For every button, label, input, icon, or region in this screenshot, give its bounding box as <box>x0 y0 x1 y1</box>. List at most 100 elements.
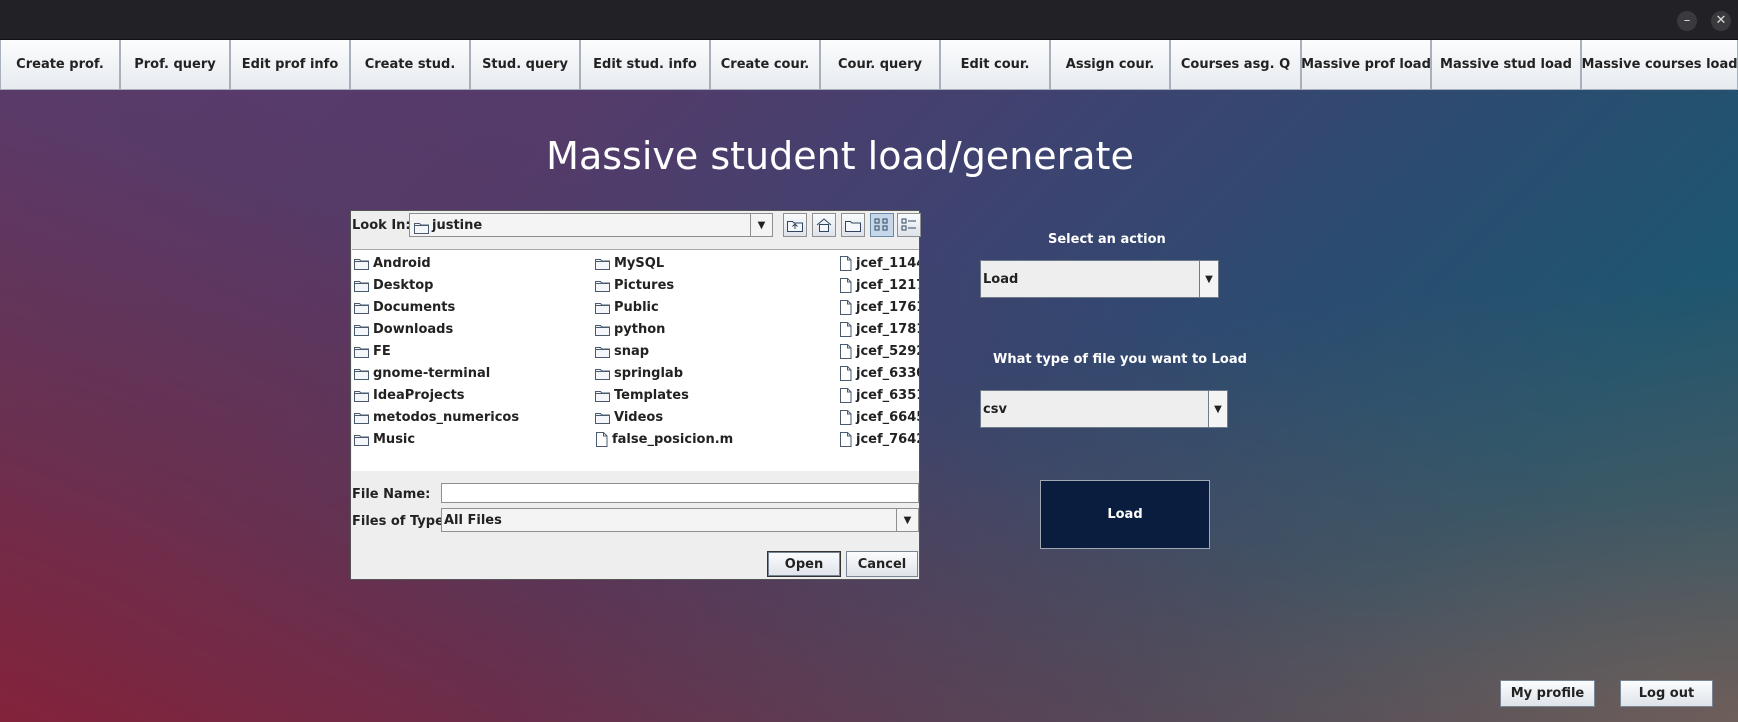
file-name: Documents <box>373 299 456 315</box>
list-item[interactable]: jcef_6645.l <box>839 406 919 428</box>
menu-stud-query[interactable]: Stud. query <box>470 40 580 90</box>
look-in-combo[interactable]: justine ▼ <box>409 213 773 237</box>
folder-icon <box>354 301 369 314</box>
list-item[interactable]: false_posicion.m <box>595 428 733 450</box>
menu-edit-cour[interactable]: Edit cour. <box>940 40 1050 90</box>
file-column-1: Android Desktop Documents Downloads FE g… <box>354 252 519 450</box>
window-titlebar: – ✕ <box>0 0 1738 40</box>
page-title: Massive student load/generate <box>546 134 1134 178</box>
file-name: Public <box>614 299 659 315</box>
list-item[interactable]: jcef_12170 <box>839 274 919 296</box>
list-item[interactable]: MySQL <box>595 252 733 274</box>
close-button[interactable]: ✕ <box>1711 11 1731 31</box>
menu-create-prof[interactable]: Create prof. <box>0 40 120 90</box>
list-item[interactable]: Videos <box>595 406 733 428</box>
files-of-type-value: All Files <box>444 513 502 528</box>
file-column-3: jcef_11445 jcef_12170 jcef_17612 jcef_17… <box>839 252 919 450</box>
file-name: Downloads <box>373 321 454 337</box>
list-item[interactable]: metodos_numericos <box>354 406 519 428</box>
folder-icon <box>595 345 610 358</box>
list-item[interactable]: Downloads <box>354 318 519 340</box>
menu-prof-query[interactable]: Prof. query <box>120 40 230 90</box>
file-name-field[interactable] <box>441 483 919 503</box>
list-item[interactable]: Documents <box>354 296 519 318</box>
action-select[interactable]: Load ▼ <box>980 260 1219 298</box>
list-item[interactable]: gnome-terminal <box>354 362 519 384</box>
file-name: jcef_6330.l <box>856 365 919 381</box>
menu-edit-prof-info[interactable]: Edit prof info <box>230 40 350 90</box>
file-name: snap <box>614 343 650 359</box>
menu-bar: Create prof. Prof. query Edit prof info … <box>0 40 1738 90</box>
new-folder-icon[interactable] <box>841 213 865 237</box>
my-profile-button[interactable]: My profile <box>1500 680 1595 707</box>
menu-massive-courses-load[interactable]: Massive courses load <box>1581 40 1738 90</box>
list-item[interactable]: jcef_5292.l <box>839 340 919 362</box>
menu-create-cour[interactable]: Create cour. <box>710 40 820 90</box>
up-folder-icon[interactable] <box>783 213 807 237</box>
folder-icon <box>595 301 610 314</box>
list-item[interactable]: Desktop <box>354 274 519 296</box>
file-name: Pictures <box>614 277 675 293</box>
file-type-select-value: csv <box>983 402 1007 417</box>
file-type-select[interactable]: csv ▼ <box>980 390 1228 428</box>
file-icon <box>839 343 852 359</box>
chevron-down-icon[interactable]: ▼ <box>896 509 918 531</box>
menu-massive-prof-load[interactable]: Massive prof load <box>1301 40 1431 90</box>
list-item[interactable]: Pictures <box>595 274 733 296</box>
log-out-button[interactable]: Log out <box>1620 680 1713 707</box>
details-view-icon[interactable] <box>897 213 921 237</box>
folder-icon <box>595 323 610 336</box>
list-item[interactable]: jcef_11445 <box>839 252 919 274</box>
list-item[interactable]: jcef_6330.l <box>839 362 919 384</box>
file-column-2: MySQL Pictures Public python snap spring… <box>595 252 733 450</box>
folder-icon <box>354 433 369 446</box>
list-item[interactable]: python <box>595 318 733 340</box>
load-button[interactable]: Load <box>1040 480 1210 549</box>
main-area: Massive student load/generate Look In: j… <box>0 90 1738 722</box>
file-name: jcef_6351.l <box>856 387 919 403</box>
file-name: IdeaProjects <box>373 387 465 403</box>
menu-assign-cour[interactable]: Assign cour. <box>1050 40 1170 90</box>
folder-icon <box>354 345 369 358</box>
list-item[interactable]: snap <box>595 340 733 362</box>
file-name: jcef_17612 <box>856 299 919 315</box>
list-view-icon[interactable] <box>870 213 894 237</box>
folder-icon <box>354 279 369 292</box>
list-item[interactable]: IdeaProjects <box>354 384 519 406</box>
list-item[interactable]: Public <box>595 296 733 318</box>
list-item[interactable]: Music <box>354 428 519 450</box>
list-item[interactable]: FE <box>354 340 519 362</box>
file-name: jcef_17815 <box>856 321 919 337</box>
list-item[interactable]: jcef_6351.l <box>839 384 919 406</box>
select-action-label: Select an action <box>1048 232 1166 247</box>
list-item[interactable]: springlab <box>595 362 733 384</box>
list-item[interactable]: Android <box>354 252 519 274</box>
chevron-down-icon[interactable]: ▼ <box>1199 261 1218 297</box>
look-in-label: Look In: <box>352 218 411 233</box>
chevron-down-icon[interactable]: ▼ <box>1208 391 1227 427</box>
file-icon <box>839 409 852 425</box>
files-of-type-combo[interactable]: All Files ▼ <box>441 508 919 532</box>
menu-courses-asg-q[interactable]: Courses asg. Q <box>1170 40 1301 90</box>
folder-icon <box>354 367 369 380</box>
menu-cour-query[interactable]: Cour. query <box>820 40 940 90</box>
file-list: Android Desktop Documents Downloads FE g… <box>352 249 919 471</box>
file-name: Android <box>373 255 431 271</box>
home-icon[interactable] <box>812 213 836 237</box>
file-name: metodos_numericos <box>373 409 520 425</box>
file-name: gnome-terminal <box>373 365 491 381</box>
menu-massive-stud-load[interactable]: Massive stud load <box>1431 40 1581 90</box>
open-button[interactable]: Open <box>767 551 841 577</box>
chevron-down-icon[interactable]: ▼ <box>750 214 772 236</box>
list-item[interactable]: jcef_7642.l <box>839 428 919 450</box>
minimize-button[interactable]: – <box>1677 11 1697 31</box>
file-name: jcef_5292.l <box>856 343 919 359</box>
menu-edit-stud-info[interactable]: Edit stud. info <box>580 40 710 90</box>
list-item[interactable]: jcef_17612 <box>839 296 919 318</box>
list-item[interactable]: Templates <box>595 384 733 406</box>
file-icon <box>839 255 852 271</box>
menu-create-stud[interactable]: Create stud. <box>350 40 470 90</box>
file-name: Templates <box>614 387 689 403</box>
list-item[interactable]: jcef_17815 <box>839 318 919 340</box>
cancel-button[interactable]: Cancel <box>846 551 918 577</box>
